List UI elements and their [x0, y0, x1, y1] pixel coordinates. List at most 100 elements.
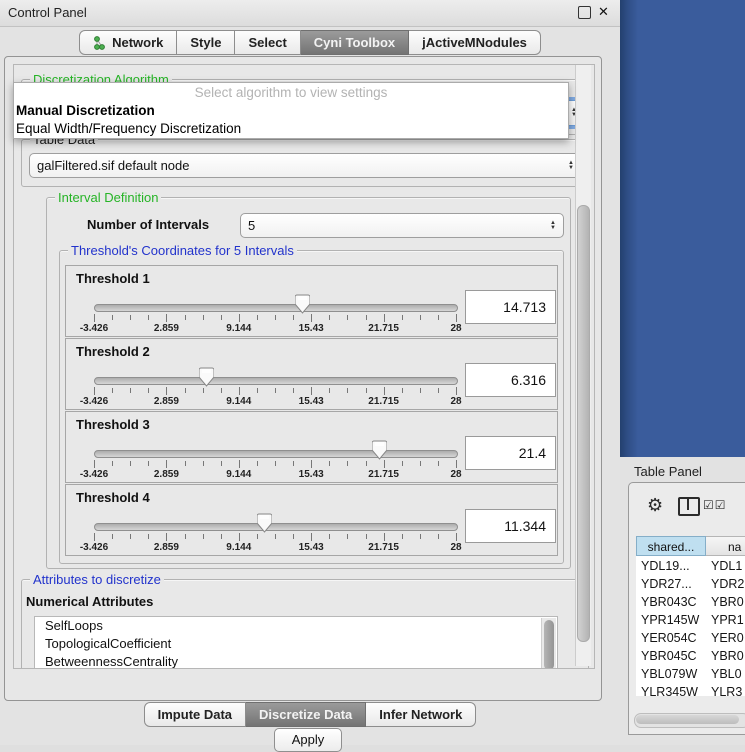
tab-label: Network	[112, 35, 163, 50]
node-table[interactable]: shared... na YDL19...YDL1YDR27...YDR2YBR…	[636, 536, 745, 696]
slider-tick-label: 21.715	[368, 542, 399, 553]
table-row[interactable]: YDR27... YDR2	[636, 575, 745, 593]
slider-tick	[347, 461, 348, 466]
cell-name: YPR1	[711, 611, 744, 629]
float-window-icon[interactable]	[578, 6, 591, 19]
slider-tick	[384, 533, 385, 541]
slider-track[interactable]	[94, 523, 458, 531]
column-header-shared[interactable]: shared...	[636, 536, 706, 556]
slider-tick	[221, 388, 222, 393]
tab-label: Style	[190, 35, 221, 50]
threshold-value-field[interactable]: 14.713	[465, 290, 556, 324]
slider-tick	[347, 315, 348, 320]
table-row[interactable]: YER054CYER0	[636, 629, 745, 647]
popup-item-manual-discretization[interactable]: Manual Discretization	[14, 102, 568, 120]
cell-shared-name: YBR045C	[641, 647, 697, 665]
attribute-item-selfloops[interactable]: SelfLoops	[35, 617, 557, 635]
slider-tick	[94, 387, 95, 395]
table-row[interactable]: YLR345WYLR3	[636, 683, 745, 696]
attribute-item-betweennesscentrality[interactable]: BetweennessCentrality	[35, 653, 557, 669]
threshold-value-field[interactable]: 21.4	[465, 436, 556, 470]
bottom-tab-infer-network[interactable]: Infer Network	[366, 702, 476, 727]
table-row[interactable]: YDL19...YDL1	[636, 557, 745, 575]
attributes-scrollbar[interactable]	[541, 618, 556, 669]
table-row[interactable]: YBR043CYBR0	[636, 593, 745, 611]
tab-select[interactable]: Select	[235, 30, 300, 55]
bottom-tab-discretize-data[interactable]: Discretize Data	[246, 702, 366, 727]
attribute-item-topologicalcoefficient[interactable]: TopologicalCoefficient	[35, 635, 557, 653]
slider-tick-label: -3.426	[80, 542, 108, 553]
main-scrollbar-thumb[interactable]	[577, 205, 590, 642]
gear-icon[interactable]: ⚙	[647, 495, 663, 516]
table-row[interactable]: YBR045CYBR0	[636, 647, 745, 665]
slider-track[interactable]	[94, 304, 458, 312]
slider-tick	[257, 388, 258, 393]
slider-thumb[interactable]	[372, 440, 387, 460]
threshold-value-field[interactable]: 11.344	[465, 509, 556, 543]
table-data-combobox[interactable]: galFiltered.sif default node ▲▼	[29, 153, 582, 178]
table-hscrollbar-thumb[interactable]	[636, 715, 739, 724]
slider-tick	[384, 460, 385, 468]
tab-style[interactable]: Style	[177, 30, 235, 55]
slider-tick	[275, 388, 276, 393]
slider-tick	[402, 534, 403, 539]
close-icon[interactable]: ✕	[598, 4, 609, 20]
tab-label: jActiveMNodules	[422, 35, 527, 50]
popup-item-equal-width-frequency-discretization[interactable]: Equal Width/Frequency Discretization	[14, 120, 568, 138]
number-of-intervals-label: Number of Intervals	[87, 217, 209, 232]
algorithm-popup-prompt: Select algorithm to view settings	[14, 83, 568, 102]
columns-icon[interactable]	[678, 497, 700, 516]
slider-tick	[293, 315, 294, 320]
slider-tick	[239, 460, 240, 468]
slider-tick-label: 2.859	[154, 469, 179, 480]
slider-tick	[420, 315, 421, 320]
number-of-intervals-combobox[interactable]: 5 ▲▼	[240, 213, 564, 238]
table-row[interactable]: YBL079WYBL0	[636, 665, 745, 683]
cell-shared-name: YDR27...	[641, 575, 692, 593]
checkboxes-icon[interactable]: ☑☑	[703, 498, 727, 512]
attributes-group-title: Attributes to discretize	[30, 572, 164, 587]
algorithm-dropdown-popup: Select algorithm to view settings Manual…	[13, 82, 569, 139]
slider-tick	[384, 314, 385, 322]
slider-tick	[166, 533, 167, 541]
column-header-name[interactable]: na	[706, 536, 745, 556]
tab-network[interactable]: Network	[79, 30, 177, 55]
slider-tick-label: -3.426	[80, 323, 108, 334]
slider-tick	[112, 388, 113, 393]
apply-button[interactable]: Apply	[274, 728, 342, 752]
cell-shared-name: YBR043C	[641, 593, 697, 611]
bottom-tab-impute-data[interactable]: Impute Data	[144, 702, 246, 727]
threshold-value-field[interactable]: 6.316	[465, 363, 556, 397]
slider-tick	[94, 533, 95, 541]
slider-tick	[384, 387, 385, 395]
slider-tick	[239, 314, 240, 322]
numerical-attributes-list[interactable]: SelfLoopsTopologicalCoefficientBetweenne…	[34, 616, 558, 669]
slider-tick	[311, 460, 312, 468]
cell-shared-name: YLR345W	[641, 683, 698, 696]
slider-tick-label: 15.43	[299, 396, 324, 407]
cell-name: YDR2	[711, 575, 744, 593]
number-of-intervals-value: 5	[248, 218, 255, 233]
table-data-group: Table Data galFiltered.sif default node …	[21, 139, 589, 187]
slider-tick	[203, 315, 204, 320]
table-horizontal-scrollbar[interactable]	[634, 713, 745, 728]
tab-jactivemnodules[interactable]: jActiveMNodules	[409, 30, 541, 55]
slider-thumb[interactable]	[295, 294, 310, 314]
slider-tick	[402, 461, 403, 466]
slider-tick	[293, 388, 294, 393]
slider-track[interactable]	[94, 377, 458, 385]
table-row[interactable]: YPR145WYPR1	[636, 611, 745, 629]
slider-tick	[203, 534, 204, 539]
slider-track[interactable]	[94, 450, 458, 458]
slider-tick-label: 9.144	[226, 323, 251, 334]
attributes-scrollbar-thumb[interactable]	[544, 620, 554, 669]
slider-thumb[interactable]	[257, 513, 272, 533]
threshold-panel-2: Threshold 2-3.4262.8599.14415.4321.71528…	[65, 338, 558, 410]
slider-tick	[438, 461, 439, 466]
tab-cyni-toolbox[interactable]: Cyni Toolbox	[301, 30, 409, 55]
slider-tick	[112, 315, 113, 320]
top-tab-bar: Network Style SelectCyni Toolbox jActiveMNo…	[0, 30, 620, 55]
slider-tick	[402, 315, 403, 320]
slider-thumb[interactable]	[199, 367, 214, 387]
bottom-tab-bar: Impute DataDiscretize DataInfer Network	[0, 702, 620, 727]
